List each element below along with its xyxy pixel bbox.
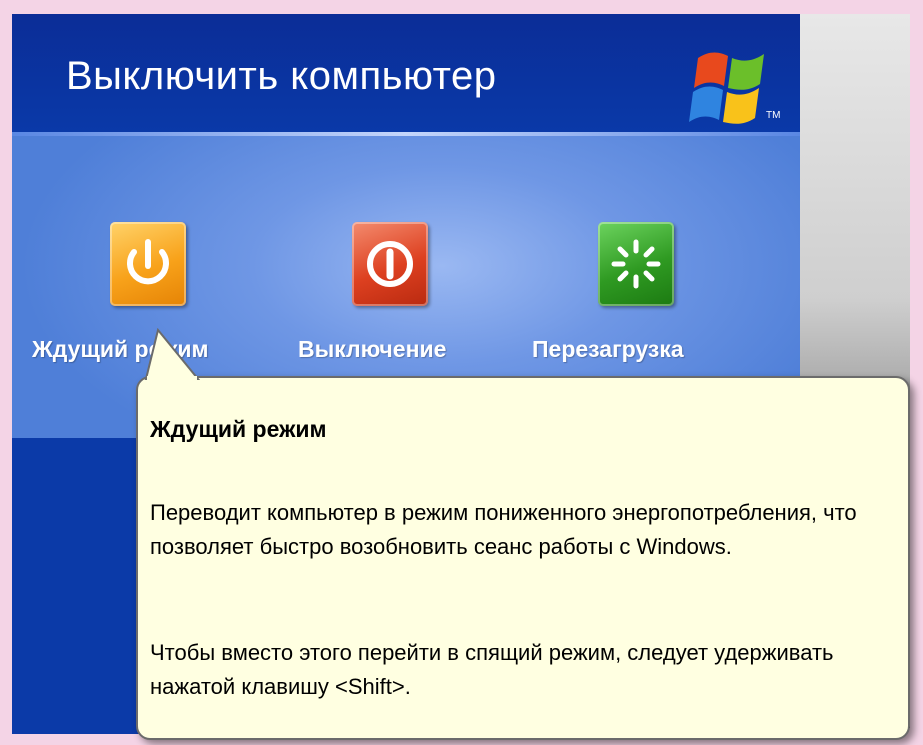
dialog-header: Выключить компьютер TM	[12, 14, 800, 132]
restart-label[interactable]: Перезагрузка	[532, 336, 684, 363]
restart-icon	[611, 239, 661, 289]
tooltip-title: Ждущий режим	[150, 416, 327, 442]
tooltip-description: Переводит компьютер в режим пониженного …	[150, 500, 857, 559]
page-border-top	[0, 0, 923, 14]
standby-tooltip: Ждущий режим Переводит компьютер в режим…	[136, 376, 910, 740]
page-border-left	[0, 0, 12, 745]
page-border-right	[910, 0, 923, 745]
standby-button[interactable]	[110, 222, 186, 306]
shutdown-label[interactable]: Выключение	[298, 336, 446, 363]
trademark-text: TM	[766, 110, 781, 121]
restart-button[interactable]	[598, 222, 674, 306]
power-off-icon	[367, 241, 413, 287]
dialog-title: Выключить компьютер	[66, 54, 497, 98]
tooltip-pointer	[144, 328, 201, 380]
shutdown-button[interactable]	[352, 222, 428, 306]
tooltip-hint: Чтобы вместо этого перейти в спящий режи…	[150, 640, 834, 699]
power-standby-icon	[127, 239, 169, 285]
